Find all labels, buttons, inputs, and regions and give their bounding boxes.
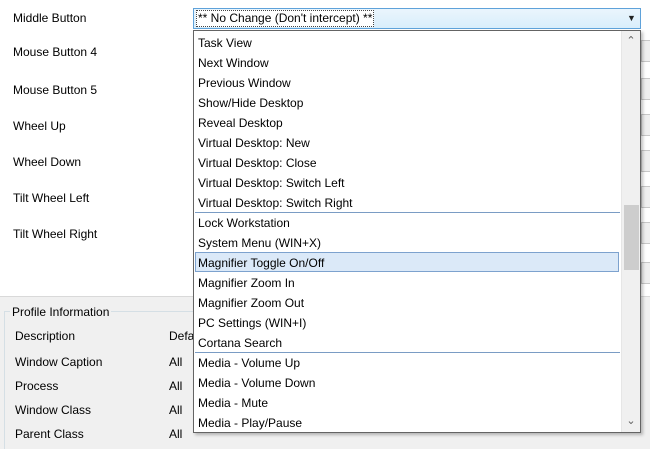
- list-item-system-menu[interactable]: System Menu (WIN+X): [195, 232, 619, 252]
- wheel-down-label: Wheel Down: [13, 155, 82, 169]
- list-item-magnifier-toggle[interactable]: Magnifier Toggle On/Off: [195, 252, 619, 272]
- profile-description-value: Defa: [169, 329, 195, 343]
- list-item-magnifier-zoom-in[interactable]: Magnifier Zoom In: [195, 272, 619, 292]
- mouse-button-5-option-button[interactable]: [641, 78, 650, 100]
- list-item-virtual-desktop-switch-right[interactable]: Virtual Desktop: Switch Right: [195, 192, 619, 212]
- profile-window-caption-label: Window Caption: [15, 355, 103, 369]
- list-item-media-play-pause[interactable]: Media - Play/Pause: [195, 412, 619, 432]
- mouse-button-4-label: Mouse Button 4: [13, 45, 98, 59]
- scrollbar-thumb[interactable]: [624, 205, 639, 270]
- profile-parent-class-value: All: [169, 427, 183, 441]
- tilt-wheel-left-option-button[interactable]: [641, 186, 650, 208]
- profile-window-class-label: Window Class: [15, 403, 92, 417]
- list-item-reveal-desktop[interactable]: Reveal Desktop: [195, 112, 619, 132]
- profile-parent-class-label: Parent Class: [15, 427, 84, 441]
- dropdown-scrollbar[interactable]: ⌃ ⌄: [621, 31, 640, 432]
- list-item-cortana-search[interactable]: Cortana Search: [195, 332, 619, 352]
- list-item-virtual-desktop-switch-left[interactable]: Virtual Desktop: Switch Left: [195, 172, 619, 192]
- middle-button-action-combobox[interactable]: ** No Change (Don't intercept) ** ▼: [193, 8, 641, 29]
- list-item-lock-workstation[interactable]: Lock Workstation: [195, 212, 619, 232]
- chevron-down-icon[interactable]: ▼: [623, 9, 640, 28]
- middle-button-label: Middle Button: [13, 11, 87, 25]
- tilt-wheel-right-option-button[interactable]: [641, 222, 650, 244]
- profile-information-title: Profile Information: [10, 304, 112, 320]
- profile-window-class-value: All: [169, 403, 183, 417]
- list-item-show-hide-desktop[interactable]: Show/Hide Desktop: [195, 92, 619, 112]
- list-item-next-window[interactable]: Next Window: [195, 52, 619, 72]
- chevron-down-icon[interactable]: ⌄: [622, 413, 640, 430]
- tilt-wheel-right-label: Tilt Wheel Right: [13, 227, 98, 241]
- tilt-wheel-left-label: Tilt Wheel Left: [13, 191, 90, 205]
- profile-process-value: All: [169, 379, 183, 393]
- list-item-media-volume-down[interactable]: Media - Volume Down: [195, 372, 619, 392]
- wheel-down-option-button[interactable]: [641, 150, 650, 172]
- list-item-pc-settings[interactable]: PC Settings (WIN+I): [195, 312, 619, 332]
- list-item-media-mute[interactable]: Media - Mute: [195, 392, 619, 412]
- list-item-previous-window[interactable]: Previous Window: [195, 72, 619, 92]
- profile-description-label: Description: [15, 329, 76, 343]
- option-button[interactable]: [641, 262, 650, 284]
- list-item-virtual-desktop-new[interactable]: Virtual Desktop: New: [195, 132, 619, 152]
- profile-process-label: Process: [15, 379, 59, 393]
- list-item-magnifier-zoom-out[interactable]: Magnifier Zoom Out: [195, 292, 619, 312]
- list-item-media-volume-up[interactable]: Media - Volume Up: [195, 352, 619, 372]
- mouse-button-4-option-button[interactable]: [641, 40, 650, 62]
- combobox-selected-value: ** No Change (Don't intercept) **: [196, 10, 375, 27]
- list-item-virtual-desktop-close[interactable]: Virtual Desktop: Close: [195, 152, 619, 172]
- wheel-up-label: Wheel Up: [13, 119, 66, 133]
- list-item-task-view[interactable]: Task View: [195, 32, 619, 52]
- wheel-up-option-button[interactable]: [641, 114, 650, 136]
- profile-window-caption-value: All: [169, 355, 183, 369]
- chevron-up-icon[interactable]: ⌃: [622, 33, 640, 50]
- mouse-button-5-label: Mouse Button 5: [13, 83, 98, 97]
- action-dropdown-list[interactable]: Task View Next Window Previous Window Sh…: [193, 30, 641, 433]
